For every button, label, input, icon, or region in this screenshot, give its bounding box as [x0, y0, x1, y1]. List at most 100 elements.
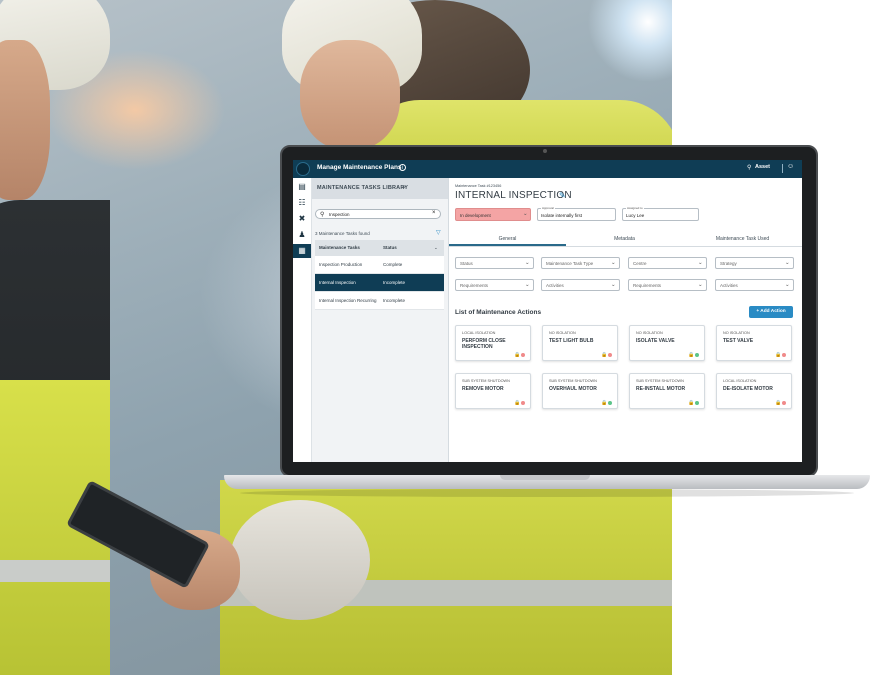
lock-icon: 🔒 — [688, 352, 695, 358]
filter-maintenance-task-type[interactable]: Maintenance Task Type ⌄ — [541, 257, 620, 269]
chevron-down-icon: ⌄ — [523, 211, 528, 217]
action-card[interactable]: LOCAL ISOLATION DE-ISOLATE MOTOR 🔒 — [716, 373, 792, 409]
status-dot-green — [608, 401, 612, 405]
info-icon[interactable]: i — [399, 163, 406, 171]
status-dot-red — [608, 353, 612, 357]
active-tab-indicator — [449, 244, 566, 246]
table-row-selected[interactable]: Internal Inspection Incomplete — [315, 274, 444, 292]
location-pin-icon: ⚲ — [747, 165, 752, 171]
section-title: List of Maintenance Actions — [455, 309, 542, 316]
column-header-status[interactable]: Status ⌄ — [379, 240, 444, 256]
table-cell-status: Incomplete — [383, 298, 406, 303]
chevron-down-icon: ⌄ — [611, 282, 616, 288]
filter-label: Requirements — [460, 283, 489, 288]
tab-general[interactable]: General — [449, 236, 566, 242]
filter-requirements[interactable]: Requirements ⌄ — [628, 279, 707, 291]
filter-label: Strategy — [720, 261, 737, 266]
card-type: NO ISOLATION — [723, 331, 750, 335]
action-card[interactable]: NO ISOLATION TEST VALVE 🔒 — [716, 325, 792, 361]
table-cell-task: Internal Inspection Recurring — [319, 298, 377, 303]
action-card[interactable]: NO ISOLATION TEST LIGHT BULB 🔒 — [542, 325, 618, 361]
topbar-divider — [782, 164, 783, 173]
action-card[interactable]: SUB SYSTEM SHUTDOWN OVERHAUL MOTOR 🔒 — [542, 373, 618, 409]
card-type: SUB SYSTEM SHUTDOWN — [549, 379, 597, 383]
library-header[interactable]: MAINTENANCE TASKS LIBRARY ⌄ — [312, 178, 448, 199]
filter-activities[interactable]: Activities ⌄ — [715, 279, 794, 291]
approval-field[interactable]: Approval Isolate internally first — [537, 206, 616, 221]
library-icon[interactable]: ▤ — [293, 180, 311, 194]
task-detail-panel: Maintenance Task #123456 INTERNAL INSPEC… — [449, 178, 802, 462]
library-title: MAINTENANCE TASKS LIBRARY — [317, 185, 409, 191]
laptop-shadow — [240, 489, 854, 497]
tools-icon[interactable]: ✖ — [293, 212, 311, 226]
filter-label: Centre — [633, 261, 647, 266]
column-header-tasks[interactable]: Maintenance Tasks — [315, 240, 379, 256]
hierarchy-icon[interactable]: ☷ — [293, 196, 311, 210]
chevron-down-icon[interactable]: ⌄ — [434, 240, 438, 256]
lock-icon: 🔒 — [514, 400, 521, 406]
action-card[interactable]: NO ISOLATION ISOLATE VALVE 🔒 — [629, 325, 705, 361]
status-dropdown[interactable]: In development ⌄ — [455, 208, 531, 221]
close-icon[interactable]: × — [432, 210, 436, 216]
filter-icon[interactable]: ▽ — [436, 229, 441, 236]
card-title: PERFORM CLOSE INSPECTION — [462, 338, 506, 350]
status-dot-red — [521, 401, 525, 405]
filter-label: Requirements — [633, 283, 662, 288]
lock-icon: 🔒 — [514, 352, 521, 358]
chevron-down-icon: ⌄ — [785, 282, 790, 288]
table-row[interactable]: Internal Inspection Recurring Incomplete — [315, 292, 444, 310]
action-card[interactable]: LOCAL ISOLATION PERFORM CLOSE INSPECTION… — [455, 325, 531, 361]
tab-bar: General Metadata Maintenance Task Used — [449, 232, 802, 247]
lock-icon: 🔒 — [775, 352, 782, 358]
approval-field-label: Approval — [541, 206, 555, 210]
card-title: REMOVE MOTOR — [462, 386, 504, 392]
filter-strategy[interactable]: Strategy ⌄ — [715, 257, 794, 269]
pencil-icon[interactable]: ✎ — [559, 191, 566, 200]
search-input[interactable] — [329, 211, 429, 218]
lock-icon: 🔒 — [688, 400, 695, 406]
search-box[interactable]: ⚲ × — [315, 209, 441, 219]
app-logo[interactable] — [296, 162, 310, 176]
assigned-field-value: Lucy Lee — [626, 213, 645, 218]
card-title: TEST VALVE — [723, 338, 754, 344]
card-title: DE-ISOLATE MOTOR — [723, 386, 773, 392]
card-title: ISOLATE VALVE — [636, 338, 675, 344]
results-count: 3 Maintenance Tasks found — [315, 231, 370, 236]
table-cell-task: Inspection Production — [319, 262, 363, 267]
status-dot-red — [782, 353, 786, 357]
add-action-label: Add Action — [760, 309, 786, 314]
photo-worker-face — [0, 40, 50, 200]
filter-status[interactable]: Status ⌄ — [455, 257, 534, 269]
lock-icon: 🔒 — [601, 400, 608, 406]
chevron-down-icon: ⌄ — [525, 282, 530, 288]
tab-maintenance-task-used[interactable]: Maintenance Task Used — [683, 236, 802, 242]
filter-centre[interactable]: Centre ⌄ — [628, 257, 707, 269]
user-icon[interactable]: ☺ — [787, 163, 794, 170]
action-card[interactable]: SUB SYSTEM SHUTDOWN REMOVE MOTOR 🔒 — [455, 373, 531, 409]
chevron-down-icon: ⌄ — [698, 260, 703, 266]
status-dot-green — [695, 353, 699, 357]
task-number: Maintenance Task #123456 — [455, 184, 502, 188]
table-cell-status: Incomplete — [383, 280, 406, 285]
card-title: RE-INSTALL MOTOR — [636, 386, 686, 392]
approval-field-value: Isolate internally first — [541, 213, 583, 218]
filter-requirements[interactable]: Requirements ⌄ — [455, 279, 534, 291]
table-row[interactable]: Inspection Production Complete — [315, 256, 444, 274]
chevron-down-icon: ⌄ — [698, 282, 703, 288]
card-type: NO ISOLATION — [636, 331, 663, 335]
card-title: OVERHAUL MOTOR — [549, 386, 597, 392]
status-dot-red — [521, 353, 525, 357]
card-type: LOCAL ISOLATION — [462, 331, 496, 335]
assigned-field[interactable]: Assigned to Lucy Lee — [622, 206, 699, 221]
asset-button[interactable]: Asset — [755, 164, 770, 170]
clipboard-icon[interactable]: ▦ — [293, 244, 311, 258]
filter-activities[interactable]: Activities ⌄ — [541, 279, 620, 291]
tab-metadata[interactable]: Metadata — [566, 236, 683, 242]
chevron-down-icon[interactable]: ⌄ — [401, 182, 407, 190]
action-card[interactable]: SUB SYSTEM SHUTDOWN RE-INSTALL MOTOR 🔒 — [629, 373, 705, 409]
card-type: SUB SYSTEM SHUTDOWN — [462, 379, 510, 383]
filter-label: Status — [460, 261, 473, 266]
add-action-button[interactable]: + Add Action — [749, 306, 793, 318]
worker-icon[interactable]: ♟ — [293, 228, 311, 242]
nav-rail: ▤ ☷ ✖ ♟ ▦ — [293, 178, 312, 462]
